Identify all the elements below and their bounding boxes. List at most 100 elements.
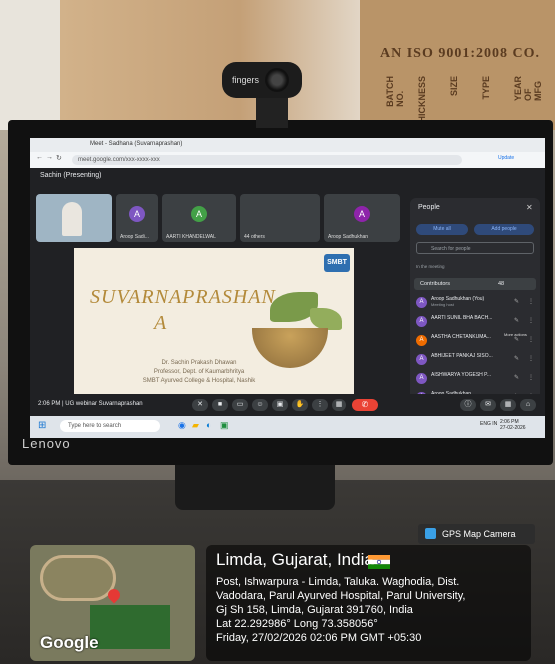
windows-start-icon[interactable]: ⊞ xyxy=(38,420,46,431)
camera-button[interactable]: ■ xyxy=(212,399,228,411)
edge-taskbar-icon[interactable]: ◐ xyxy=(206,420,211,430)
presenting-label: Sachin (Presenting) xyxy=(40,172,102,179)
mic-muted-icon[interactable]: ✎ xyxy=(514,355,519,362)
captions-button[interactable]: ▭ xyxy=(232,399,248,411)
webcam-lens-icon xyxy=(265,68,289,92)
info-button[interactable]: ⓘ xyxy=(460,399,476,411)
participant-avatar: A xyxy=(416,335,427,346)
browser-tab-strip: Meet - Sadhana (Suvarnaprashan) xyxy=(30,138,545,152)
participant-tile[interactable]: A Aroop Sadi... xyxy=(116,194,158,242)
gps-address-line: Post, Ishwarpura - Limda, Taluka. Waghod… xyxy=(216,576,460,588)
meeting-name: UG webinar Suvarnaprashan xyxy=(65,401,143,407)
more-actions-tooltip: More actions xyxy=(504,332,527,337)
back-icon[interactable]: ← xyxy=(36,154,43,161)
participant-row[interactable]: A Aroop Sadhukhan (You) Meeting host ✎ ⋮ xyxy=(416,296,534,310)
participant-tile[interactable] xyxy=(36,194,112,242)
more-vert-icon[interactable]: ⋮ xyxy=(528,298,534,305)
mic-muted-icon[interactable]: ✎ xyxy=(514,298,519,305)
cardboard-column-label: YEAR OF MFG xyxy=(513,76,543,102)
address-bar[interactable]: meet.google.com/xxx-xxxx-xxx xyxy=(72,155,462,165)
presenter-name: Dr. Sachin Prakash Dhawan xyxy=(161,360,237,366)
participant-tile-label: Aroop Sadhukhan xyxy=(328,234,369,240)
mic-muted-icon[interactable]: ✎ xyxy=(514,317,519,324)
participant-tile[interactable]: 44 others xyxy=(240,194,320,242)
participant-row[interactable]: A AISHWARYA YOGESH P... ✎ ⋮ xyxy=(416,372,534,386)
participant-avatar: A xyxy=(354,206,370,222)
mute-all-button[interactable]: Mute all xyxy=(416,224,468,235)
contributors-header[interactable]: Contributors xyxy=(414,278,536,290)
forward-icon[interactable]: → xyxy=(46,154,53,161)
participant-tile-label: AARTI KHANDELWAL xyxy=(166,234,216,240)
participant-row[interactable]: A ABHIJEET PANKAJ SISO... ✎ ⋮ xyxy=(416,353,534,367)
gps-city: Limda, Gujarat, India xyxy=(216,550,374,569)
more-options-button[interactable]: ⋮ xyxy=(312,399,328,411)
more-vert-icon[interactable]: ⋮ xyxy=(528,317,534,324)
close-icon[interactable]: ✕ xyxy=(526,203,533,212)
taskbar-search-input[interactable]: Type here to search xyxy=(60,420,160,432)
cardboard-column-label: BATCH NO. xyxy=(385,76,405,107)
raise-hand-button[interactable]: ✋ xyxy=(292,399,308,411)
smbt-logo: SMBT xyxy=(324,254,350,272)
add-people-button[interactable]: Add people xyxy=(474,224,534,235)
mic-muted-icon[interactable]: ✎ xyxy=(514,336,519,343)
reload-icon[interactable]: ↻ xyxy=(56,154,62,162)
participant-avatar: A xyxy=(416,354,427,365)
participant-name: AASTHA CHETANKUMA... xyxy=(431,334,491,340)
participant-name: AISHWARYA YOGESH P... xyxy=(431,372,492,378)
people-panel-title: People xyxy=(418,204,440,211)
participant-avatar: A xyxy=(129,206,145,222)
map-thumbnail: Google xyxy=(30,545,195,661)
monitor-stand xyxy=(175,465,335,510)
chrome-taskbar-icon[interactable]: ◉ xyxy=(178,420,186,431)
activities-button[interactable]: ▦ xyxy=(500,399,516,411)
participant-tile[interactable]: A Aroop Sadhukhan xyxy=(324,194,400,242)
present-button[interactable]: ▣ xyxy=(272,399,288,411)
participant-name: ABHIJEET PANKAJ SISO... xyxy=(431,353,493,359)
people-search-input[interactable]: Search for people xyxy=(416,242,534,254)
mic-button[interactable]: ✕ xyxy=(192,399,208,411)
gps-coordinates: Lat 22.292986° Long 73.358056° xyxy=(216,618,378,630)
browser-tab[interactable]: Meet - Sadhana (Suvarnaprashan) xyxy=(90,141,182,147)
taskbar-language[interactable]: ENG IN xyxy=(480,421,497,427)
india-flag-icon xyxy=(368,555,390,569)
emoji-button[interactable]: ☺ xyxy=(252,399,268,411)
chat-button[interactable]: ✉ xyxy=(480,399,496,411)
map-field xyxy=(90,605,170,649)
cardboard-box xyxy=(360,0,555,130)
google-logo: Google xyxy=(40,633,99,652)
section-label: In the meeting xyxy=(416,264,445,269)
map-track xyxy=(40,555,116,601)
cardboard-column-label: SIZE xyxy=(449,76,459,97)
taskbar-clock-date: 27-02-2026 xyxy=(500,425,526,431)
participant-row[interactable]: A AARTI SUNIL BHA BACH... ✎ ⋮ xyxy=(416,315,534,329)
presenter-institution: SMBT Ayurved College & Hospital, Nashik xyxy=(142,378,256,384)
mic-muted-icon[interactable]: ✎ xyxy=(514,374,519,381)
more-vert-icon[interactable]: ⋮ xyxy=(528,355,534,362)
presenter-role: Professor, Dept. of Kaumarbhritya xyxy=(153,369,245,375)
end-call-button[interactable]: ✆ xyxy=(352,399,378,411)
gps-address-line: Vadodara, Parul Ayurved Hospital, Parul … xyxy=(216,590,466,602)
gps-address-line: Gj Sh 158, Limda, Gujarat 391760, India xyxy=(216,604,413,616)
meeting-time-name: 2:06 PM | UG webinar Suvarnaprashan xyxy=(38,401,143,407)
participant-tile[interactable]: A AARTI KHANDELWAL xyxy=(162,194,236,242)
contributors-count: 48 xyxy=(498,281,505,287)
app-taskbar-icon[interactable]: ▣ xyxy=(220,420,229,431)
webcam-clip xyxy=(256,98,288,128)
taskbar-clock[interactable]: 2:06 PM 27-02-2026 xyxy=(500,419,526,431)
monitor-screen: Meet - Sadhana (Suvarnaprashan) ← → ↻ Up… xyxy=(30,138,545,438)
update-button[interactable]: Update xyxy=(498,155,514,161)
gps-datetime: Friday, 27/02/2026 02:06 PM GMT +05:30 xyxy=(216,632,422,644)
host-controls-button[interactable]: ⌂ xyxy=(520,399,536,411)
folder-taskbar-icon[interactable]: ▰ xyxy=(192,420,199,431)
participant-avatar: A xyxy=(191,206,207,222)
gps-badge-text: GPS Map Camera xyxy=(442,529,516,539)
participant-video xyxy=(62,202,82,236)
layout-button[interactable]: ▦ xyxy=(332,399,346,411)
more-vert-icon[interactable]: ⋮ xyxy=(528,336,534,343)
more-vert-icon[interactable]: ⋮ xyxy=(528,374,534,381)
cardboard-column-label: TYPE xyxy=(481,76,491,100)
participant-name: AARTI SUNIL BHA BACH... xyxy=(431,315,493,321)
wooden-cabinet xyxy=(60,0,360,120)
participant-role: Meeting host xyxy=(431,302,454,307)
participant-tile-label: Aroop Sadi... xyxy=(120,234,149,240)
